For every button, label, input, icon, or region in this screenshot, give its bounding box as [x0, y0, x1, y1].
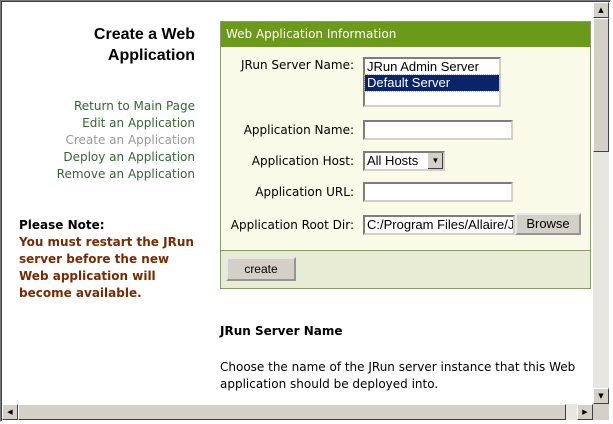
server-name-label: JRun Server Name:	[241, 58, 354, 72]
server-option[interactable]: JRun Admin Server	[365, 59, 499, 75]
web-app-info-panel: Web Application Information JRun Server …	[220, 21, 591, 289]
horizontal-scrollbar[interactable]: ◀ ▶	[2, 404, 593, 420]
scroll-left-icon[interactable]: ◀	[2, 404, 18, 420]
side-nav: Return to Main Page Edit an Application …	[57, 98, 195, 183]
app-name-label: Application Name:	[243, 123, 354, 137]
app-url-input[interactable]	[363, 182, 513, 202]
vertical-scroll-thumb[interactable]	[593, 18, 609, 152]
page-title: Create a Web Application	[93, 26, 195, 64]
app-url-label: Application URL:	[255, 185, 354, 199]
app-root-label: Application Root Dir:	[230, 218, 354, 232]
note-heading: Please Note:	[19, 218, 105, 232]
panel-header: Web Application Information	[221, 22, 590, 47]
panel-footer: create	[221, 250, 590, 288]
note-body: You must restart the JRun server before …	[19, 235, 194, 300]
nav-edit-application[interactable]: Edit an Application	[57, 115, 195, 132]
scroll-down-icon[interactable]: ▼	[593, 388, 609, 404]
app-host-label: Application Host:	[251, 154, 354, 168]
help-body: Choose the name of the JRun server insta…	[220, 360, 576, 391]
scroll-right-icon[interactable]: ▶	[577, 404, 593, 420]
browse-button[interactable]: Browse	[515, 213, 581, 235]
vertical-scrollbar[interactable]: ▲ ▼	[593, 2, 609, 404]
app-host-value: All Hosts	[367, 153, 419, 168]
help-title: JRun Server Name	[220, 324, 343, 338]
nav-return-main[interactable]: Return to Main Page	[57, 98, 195, 115]
nav-remove-application[interactable]: Remove an Application	[57, 166, 195, 183]
scrollbar-corner	[593, 404, 609, 420]
nav-create-application: Create an Application	[65, 133, 195, 147]
server-option-selected[interactable]: Default Server	[364, 74, 500, 92]
horizontal-scroll-thumb[interactable]	[18, 404, 566, 420]
dropdown-arrow-icon[interactable]: ▼	[427, 153, 443, 169]
create-button[interactable]: create	[226, 257, 296, 281]
server-name-listbox[interactable]: JRun Admin Server Default Server	[363, 57, 501, 107]
panel-body: JRun Server Name: JRun Admin Server Defa…	[221, 47, 590, 252]
scroll-up-icon[interactable]: ▲	[593, 2, 609, 18]
app-host-select[interactable]: All Hosts ▼	[363, 151, 445, 171]
app-name-input[interactable]	[363, 120, 513, 140]
app-root-input[interactable]: C:/Program Files/Allaire/J	[363, 215, 515, 235]
nav-deploy-application[interactable]: Deploy an Application	[57, 149, 195, 166]
